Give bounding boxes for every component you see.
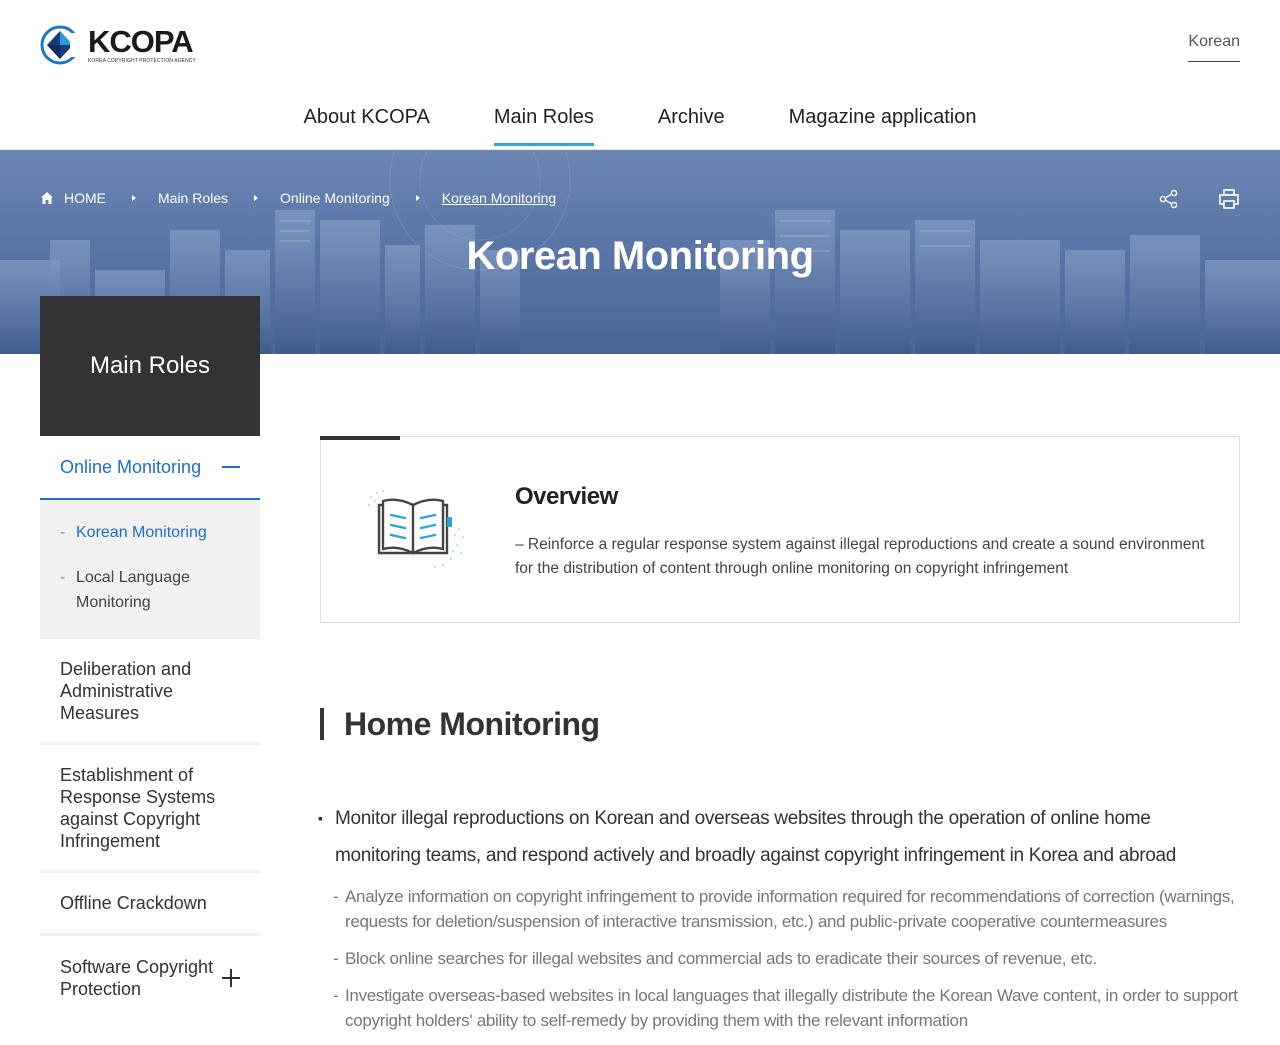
sidebar-item-label: Software Copyright Protection [60,957,214,999]
share-icon[interactable] [1158,188,1180,210]
language-selector[interactable]: Korean [1188,33,1240,62]
sidebar-item-label: Deliberation and Administrative Measures [60,658,192,723]
main-bullet: ▪ Monitor illegal reproductions on Korea… [318,800,1240,874]
sub-bullet-list: - Analyze information on copyright infri… [333,884,1243,1045]
sidebar-item-deliberation[interactable]: Deliberation and Administrative Measures [40,639,260,745]
minus-icon[interactable] [222,466,240,468]
kcopa-logo[interactable]: KCOPA KOREA COPYRIGHT PROTECTION AGENCY [40,25,196,65]
home-icon [41,192,53,204]
section-title: Home Monitoring [320,708,600,740]
sidebar-title: Main Roles [40,296,260,436]
list-item-text: Block online searches for illegal websit… [345,949,1097,968]
sidebar-submenu: - Korean Monitoring - Local Language Mon… [40,500,260,639]
dash-icon: - [60,524,66,541]
breadcrumb-arrow-icon [415,195,420,201]
sidebar-item-software-copyright[interactable]: Software Copyright Protection [40,936,260,1020]
breadcrumb-korean-monitoring[interactable]: Korean Monitoring [442,190,556,206]
nav-about-kcopa[interactable]: About KCOPA [303,94,429,145]
submenu-item-label: Korean Monitoring [76,524,207,541]
sidebar-item-offline-crackdown[interactable]: Offline Crackdown [40,873,260,936]
list-item-text: Investigate overseas-based websites in l… [345,986,1238,1030]
page-title: Korean Monitoring [466,234,814,278]
plus-icon[interactable] [222,969,240,987]
print-icon[interactable] [1218,188,1240,210]
nav-archive[interactable]: Archive [658,94,725,145]
banner-tools [1158,188,1240,210]
site-header: KCOPA KOREA COPYRIGHT PROTECTION AGENCY … [0,0,1280,150]
sidebar-item-response-systems[interactable]: Establishment of Response Systems agains… [40,745,260,873]
sidebar-item-label: Offline Crackdown [60,893,207,913]
breadcrumb-main-roles[interactable]: Main Roles [158,190,228,206]
overview-text: – Reinforce a regular response system ag… [515,536,1205,577]
sidebar: Main Roles Online Monitoring - Korean Mo… [40,296,260,1020]
sidebar-item-label: Establishment of Response Systems agains… [60,764,216,851]
overview-title: Overview [515,483,618,510]
bullet-icon: ▪ [318,810,323,826]
breadcrumb-home-label: HOME [64,190,106,206]
sidebar-item-label: Online Monitoring [60,457,202,477]
list-item: - Investigate overseas-based websites in… [333,983,1243,1033]
list-item-text: Analyze information on copyright infring… [345,887,1235,931]
dash-icon: - [333,887,339,906]
list-item: - Analyze information on copyright infri… [333,884,1243,934]
kcopa-logo-icon [40,25,80,65]
breadcrumb-arrow-icon [254,195,259,201]
open-book-icon [367,489,465,569]
submenu-item-label: Local Language Monitoring [76,569,190,611]
list-item: - Block online searches for illegal webs… [333,946,1243,971]
dash-icon: - [333,949,339,968]
submenu-item-korean-monitoring[interactable]: - Korean Monitoring [60,520,240,545]
breadcrumb-online-monitoring[interactable]: Online Monitoring [280,190,390,206]
breadcrumb: HOME Main Roles Online Monitoring Korean… [40,190,556,206]
main-bullet-text: Monitor illegal reproductions on Korean … [335,808,1177,866]
breadcrumb-arrow-icon [132,195,136,201]
sidebar-item-online-monitoring[interactable]: Online Monitoring [40,436,260,500]
submenu-item-local-language-monitoring[interactable]: - Local Language Monitoring [60,565,240,615]
dash-icon: - [60,569,66,586]
overview-box: Overview – Reinforce a regular response … [320,436,1240,623]
logo-name: KCOPA [88,23,194,59]
logo-subtitle: KOREA COPYRIGHT PROTECTION AGENCY [88,57,196,64]
main-nav: About KCOPA Main Roles Archive Magazine … [0,94,1280,146]
dash-icon: - [333,986,339,1005]
breadcrumb-home[interactable]: HOME [40,190,106,206]
nav-magazine-application[interactable]: Magazine application [789,94,977,145]
nav-main-roles[interactable]: Main Roles [493,94,594,146]
